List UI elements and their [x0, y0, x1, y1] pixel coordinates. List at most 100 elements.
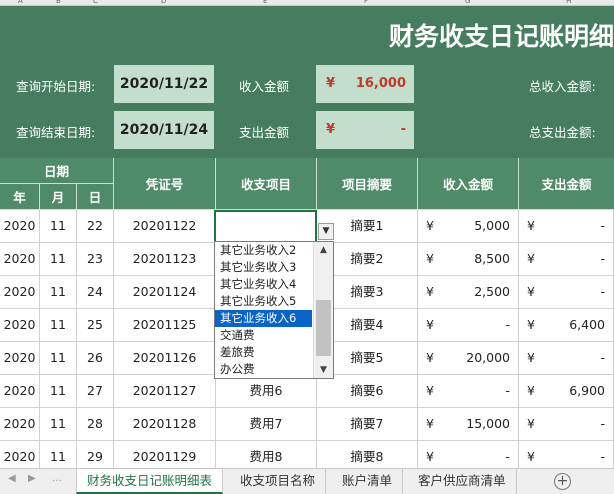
category-cell[interactable]: 费用7 — [216, 408, 317, 440]
tab-scroll-right-icon[interactable]: ▶ — [28, 473, 36, 484]
month-cell[interactable]: 11 — [40, 243, 77, 275]
year-cell[interactable]: 2020 — [0, 309, 40, 341]
voucher-cell[interactable]: 20201123 — [114, 243, 216, 275]
category-cell[interactable]: 费用6 — [216, 375, 317, 407]
day-header[interactable]: 日 — [77, 184, 114, 210]
month-cell[interactable]: 11 — [40, 375, 77, 407]
column-header-g[interactable]: G — [465, 0, 470, 5]
year-cell[interactable]: 2020 — [0, 375, 40, 407]
scroll-down-icon[interactable]: ▼ — [314, 362, 333, 378]
column-header-c[interactable]: C — [93, 0, 98, 5]
day-cell[interactable]: 28 — [77, 408, 114, 440]
summary-cell[interactable]: 摘要7 — [317, 408, 418, 440]
month-header[interactable]: 月 — [40, 184, 77, 210]
chevron-down-icon: ▼ — [322, 226, 330, 236]
voucher-header[interactable]: 凭证号 — [114, 158, 216, 210]
income-cell[interactable]: ¥2,500 — [418, 276, 519, 308]
dropdown-option[interactable]: 其它业务收入3 — [215, 259, 312, 276]
expense-cell-value: - — [600, 350, 605, 365]
total-expense-label: 总支出金额: — [529, 125, 596, 140]
income-cell[interactable]: ¥20,000 — [418, 342, 519, 374]
dropdown-option[interactable]: 其它业务收入6 — [215, 310, 312, 327]
day-cell[interactable]: 22 — [77, 210, 114, 242]
dropdown-option[interactable]: 其它业务收入2 — [215, 242, 312, 259]
day-cell[interactable]: 26 — [77, 342, 114, 374]
currency-symbol: ¥ — [527, 383, 535, 398]
summary-header[interactable]: 项目摘要 — [317, 158, 418, 210]
date-group-header[interactable]: 日期 — [0, 158, 114, 184]
dropdown-options: 其它业务收入2 其它业务收入3 其它业务收入4 其它业务收入5 其它业务收入6 交通费 差旅… — [215, 242, 312, 378]
dropdown-option[interactable]: 其它业务收入5 — [215, 293, 312, 310]
summary-cell[interactable]: 摘要6 — [317, 375, 418, 407]
tab-scroll-left-icon[interactable]: ◀ — [8, 473, 16, 484]
currency-symbol: ¥ — [527, 416, 535, 431]
day-cell[interactable]: 23 — [77, 243, 114, 275]
column-header-e[interactable]: E — [263, 0, 267, 5]
sheet-tab[interactable]: 账户清单 — [332, 469, 404, 494]
start-date-cell[interactable]: 2020/11/22 — [114, 65, 214, 103]
column-header-h[interactable]: H — [566, 0, 571, 5]
day-cell[interactable]: 27 — [77, 375, 114, 407]
income-cell-value: - — [505, 317, 510, 332]
day-cell[interactable]: 24 — [77, 276, 114, 308]
category-header[interactable]: 收支项目 — [216, 158, 317, 210]
income-header[interactable]: 收入金额 — [418, 158, 519, 210]
dropdown-option[interactable]: 办公费 — [215, 361, 312, 378]
dropdown-option[interactable]: 差旅费 — [215, 344, 312, 361]
sheet-tab[interactable]: 收支项目名称 — [230, 469, 327, 494]
expense-cell[interactable]: ¥ - — [519, 408, 614, 440]
expense-cell[interactable]: ¥6,400 — [519, 309, 614, 341]
voucher-cell[interactable]: 20201125 — [114, 309, 216, 341]
month-cell[interactable]: 11 — [40, 309, 77, 341]
voucher-cell[interactable]: 20201126 — [114, 342, 216, 374]
year-cell[interactable]: 2020 — [0, 408, 40, 440]
year-header[interactable]: 年 — [0, 184, 40, 210]
income-amount-cell[interactable]: ¥ 16,000 — [316, 65, 414, 103]
currency-symbol: ¥ — [426, 416, 434, 431]
voucher-cell[interactable]: 20201122 — [114, 210, 216, 242]
dropdown-option[interactable]: 交通费 — [215, 327, 312, 344]
income-cell[interactable]: ¥15,000 — [418, 408, 519, 440]
expense-cell[interactable]: ¥ - — [519, 342, 614, 374]
currency-symbol: ¥ — [426, 383, 434, 398]
year-cell[interactable]: 2020 — [0, 243, 40, 275]
dropdown-arrow-button[interactable]: ▼ — [318, 223, 334, 240]
voucher-cell[interactable]: 20201127 — [114, 375, 216, 407]
voucher-cell[interactable]: 20201124 — [114, 276, 216, 308]
sheet-tab[interactable]: 财务收支日记账明细表 — [76, 469, 224, 494]
expense-cell[interactable]: ¥ - — [519, 210, 614, 242]
column-header-f[interactable]: F — [364, 0, 368, 5]
income-cell[interactable]: ¥ - — [418, 309, 519, 341]
add-sheet-button[interactable]: + — [554, 473, 571, 490]
year-cell[interactable]: 2020 — [0, 210, 40, 242]
month-cell[interactable]: 11 — [40, 276, 77, 308]
expense-cell[interactable]: ¥ - — [519, 243, 614, 275]
sheet-tab[interactable]: 客户供应商清单 — [408, 469, 517, 494]
month-cell[interactable]: 11 — [40, 408, 77, 440]
column-header-a[interactable]: A — [18, 0, 23, 5]
day-cell[interactable]: 25 — [77, 309, 114, 341]
scroll-up-icon[interactable]: ▲ — [314, 242, 333, 258]
voucher-cell[interactable]: 20201128 — [114, 408, 216, 440]
income-cell[interactable]: ¥8,500 — [418, 243, 519, 275]
active-cell-outline[interactable] — [214, 210, 317, 243]
tab-more-icon[interactable]: … — [52, 473, 62, 484]
currency-symbol: ¥ — [426, 317, 434, 332]
income-cell[interactable]: ¥ - — [418, 375, 519, 407]
expense-header[interactable]: 支出金额 — [519, 158, 614, 210]
year-cell[interactable]: 2020 — [0, 276, 40, 308]
month-cell[interactable]: 11 — [40, 342, 77, 374]
expense-cell[interactable]: ¥ - — [519, 276, 614, 308]
column-header-d[interactable]: D — [161, 0, 166, 5]
expense-cell[interactable]: ¥6,900 — [519, 375, 614, 407]
dropdown-scrollbar[interactable]: ▲ ▼ — [313, 242, 333, 378]
end-date-cell[interactable]: 2020/11/24 — [114, 111, 214, 149]
scrollbar-thumb[interactable] — [316, 300, 331, 356]
category-dropdown-list[interactable]: 其它业务收入2 其它业务收入3 其它业务收入4 其它业务收入5 其它业务收入6 交通费 差旅… — [214, 241, 334, 379]
income-cell[interactable]: ¥5,000 — [418, 210, 519, 242]
expense-amount-cell[interactable]: ¥ - — [316, 111, 414, 149]
month-cell[interactable]: 11 — [40, 210, 77, 242]
column-header-b[interactable]: B — [56, 0, 61, 5]
dropdown-option[interactable]: 其它业务收入4 — [215, 276, 312, 293]
year-cell[interactable]: 2020 — [0, 342, 40, 374]
